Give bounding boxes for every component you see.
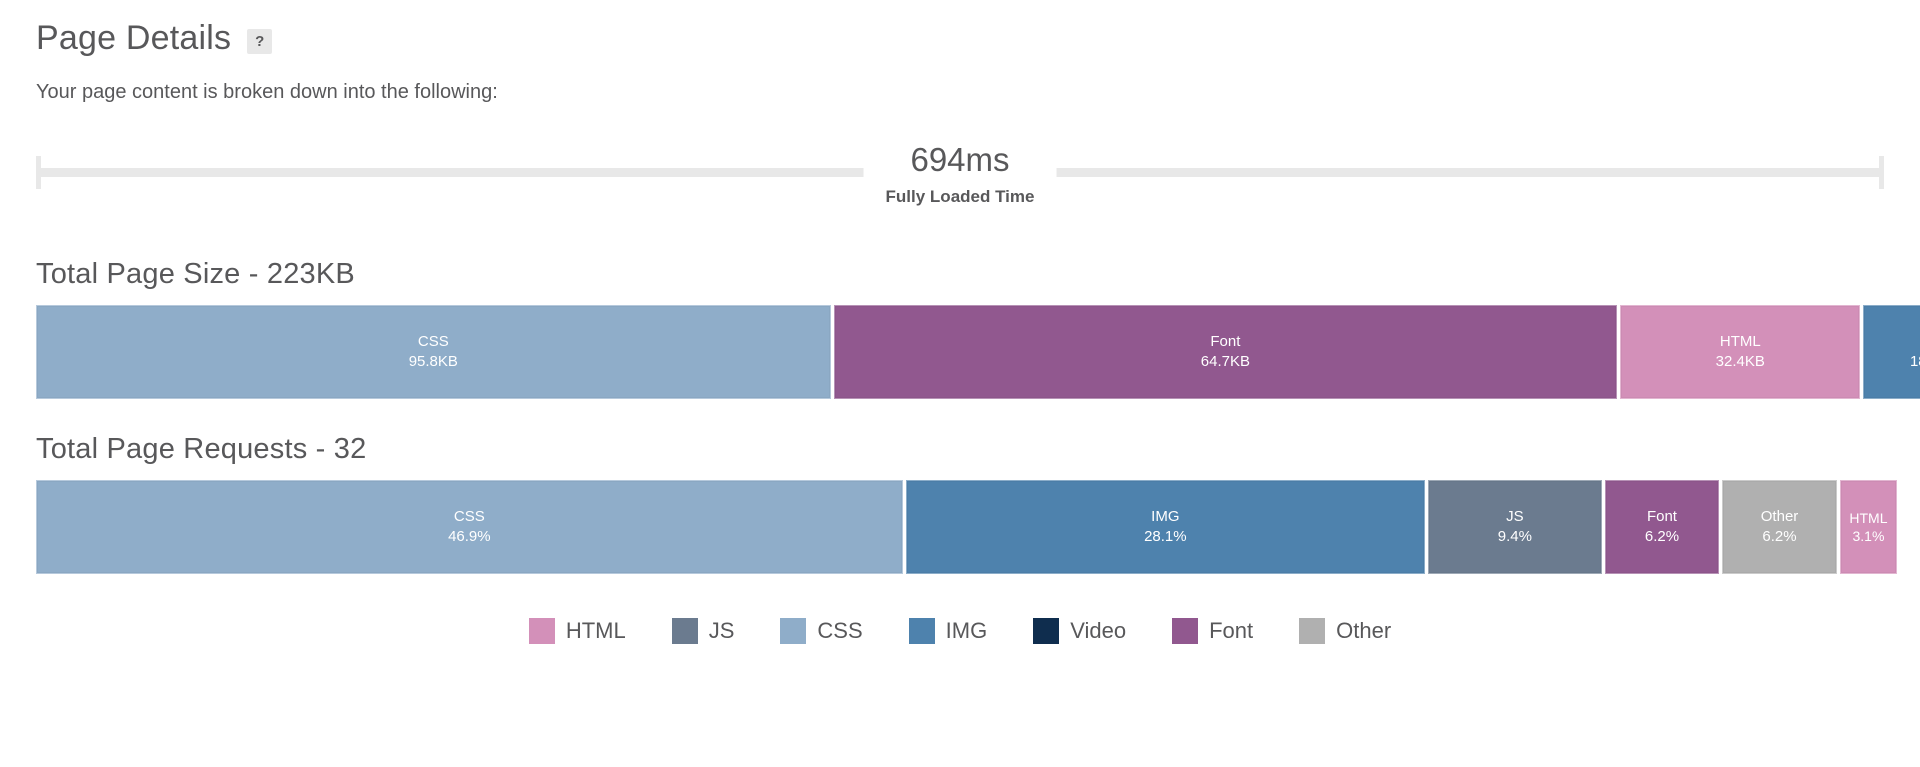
- page-title: Page Details: [36, 19, 232, 57]
- legend-label: Video: [1070, 618, 1127, 644]
- legend-swatch-icon: [780, 618, 807, 645]
- bar-segment-css[interactable]: CSS 95.8KB: [36, 305, 831, 400]
- page-size-stacked-bar: CSS 95.8KB Font 64.7KB HTML 32.4KB IMG18.3KB: [36, 305, 1920, 400]
- legend-label: IMG: [945, 618, 988, 644]
- bar-segment-value: 28.1%: [1144, 528, 1187, 546]
- bar-segment-value: 9.4%: [1497, 528, 1532, 546]
- legend-swatch-icon: [671, 618, 698, 645]
- legend-label: HTML: [565, 618, 626, 644]
- bar-segment-html[interactable]: HTML 3.1%: [1839, 480, 1898, 575]
- page-header: Page Details ?: [36, 0, 1884, 57]
- bar-segment-img[interactable]: IMG18.3KB: [1863, 305, 1920, 400]
- timing-cap-right: [1879, 156, 1884, 190]
- legend-label: Font: [1209, 618, 1254, 644]
- legend-item-video[interactable]: Video: [1033, 618, 1127, 645]
- fully-loaded-time-value: 694ms: [910, 141, 1010, 179]
- total-page-size-title: Total Page Size - 223KB: [36, 258, 355, 291]
- help-icon[interactable]: ?: [247, 29, 273, 55]
- legend-swatch-icon: [1299, 618, 1326, 645]
- legend-item-font[interactable]: Font: [1172, 618, 1254, 645]
- fully-loaded-time-label: Fully Loaded Time: [885, 187, 1035, 207]
- legend-item-other[interactable]: Other: [1299, 618, 1392, 645]
- bar-segment-font[interactable]: Font 6.2%: [1604, 480, 1720, 575]
- bar-segment-value: 64.7KB: [1200, 353, 1250, 371]
- bar-segment-value: 46.9%: [448, 528, 491, 546]
- bar-segment-value: 3.1%: [1852, 528, 1885, 545]
- legend-label: CSS: [817, 618, 863, 644]
- legend-item-css[interactable]: CSS: [780, 618, 863, 645]
- bar-segment-js[interactable]: JS 9.4%: [1427, 480, 1602, 575]
- bar-segment-label: Font: [1210, 333, 1241, 351]
- bar-segment-html[interactable]: HTML 32.4KB: [1620, 305, 1861, 400]
- legend-label: Other: [1336, 618, 1392, 644]
- legend-item-html[interactable]: HTML: [528, 618, 626, 645]
- bar-segment-label: IMG: [1151, 508, 1180, 526]
- legend-item-img[interactable]: IMG: [908, 618, 988, 645]
- total-page-size-section: Total Page Size - 223KB CSS 95.8KB Font 64.…: [36, 258, 1920, 400]
- timing-cap-left: [36, 156, 41, 190]
- bar-segment-value: 18.3KB: [1909, 353, 1920, 371]
- legend-swatch-icon: [1172, 618, 1199, 645]
- bar-segment-label: Other: [1760, 508, 1799, 526]
- chart-legend: HTML JS CSS IMG Video Font Other: [36, 618, 1884, 645]
- total-page-requests-title: Total Page Requests - 32: [36, 433, 367, 466]
- legend-swatch-icon: [528, 618, 555, 645]
- bar-segment-value: 6.2%: [1762, 528, 1797, 546]
- bar-segment-label: CSS: [417, 333, 449, 351]
- bar-segment-label: JS: [1506, 508, 1524, 526]
- timing-center-group: 694ms Fully Loaded Time: [863, 141, 1057, 208]
- legend-swatch-icon: [1033, 618, 1060, 645]
- page-requests-stacked-bar: CSS 46.9% IMG 28.1% JS 9.4% Font 6.2% Other 6.2% H…: [36, 480, 1898, 575]
- bar-segment-value: 6.2%: [1644, 528, 1680, 546]
- bar-segment-label: HTML: [1849, 509, 1888, 526]
- legend-item-js[interactable]: JS: [671, 618, 735, 645]
- legend-swatch-icon: [908, 618, 935, 645]
- bar-segment-label: CSS: [453, 508, 485, 526]
- total-page-requests-section: Total Page Requests - 32 CSS 46.9% IMG 28.1…: [36, 433, 1898, 575]
- page-details-panel: Page Details ? Your page content is brok…: [0, 0, 1920, 767]
- bar-segment-other[interactable]: Other 6.2%: [1722, 480, 1837, 575]
- legend-label: JS: [708, 618, 735, 644]
- fully-loaded-time-bar: 694ms Fully Loaded Time: [36, 141, 1884, 224]
- bar-segment-font[interactable]: Font 64.7KB: [833, 305, 1618, 400]
- bar-segment-label: HTML: [1719, 333, 1761, 351]
- bar-segment-label: Font: [1646, 508, 1677, 526]
- bar-segment-img[interactable]: IMG 28.1%: [905, 480, 1425, 575]
- bar-segment-value: 95.8KB: [408, 353, 458, 371]
- bar-segment-value: 32.4KB: [1715, 353, 1765, 371]
- page-subtitle: Your page content is broken down into th…: [36, 81, 498, 104]
- bar-segment-css[interactable]: CSS 46.9%: [36, 480, 903, 575]
